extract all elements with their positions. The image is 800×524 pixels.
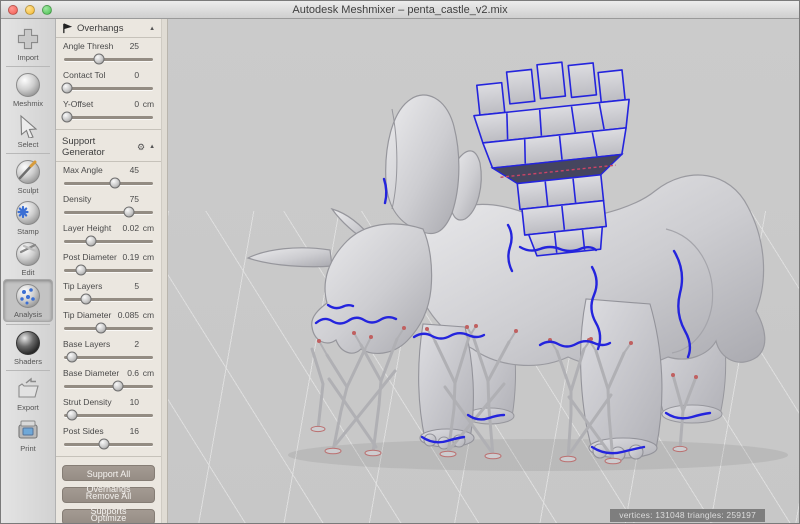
- tip-diameter-slider[interactable]: [63, 321, 154, 336]
- param-tip-diameter: Tip Diameter0.085cm: [56, 307, 161, 336]
- dark-sphere-icon: [15, 330, 41, 356]
- slider-handle[interactable]: [96, 323, 107, 334]
- divider: [6, 66, 50, 67]
- sphere-dots-icon: [15, 283, 41, 309]
- param-max-angle: Max Angle45: [56, 162, 161, 191]
- settings-gear-icon[interactable]: ⚙: [137, 143, 145, 152]
- slider-handle[interactable]: [112, 381, 123, 392]
- slider-handle[interactable]: [123, 207, 134, 218]
- sidebar-item-import[interactable]: Import: [3, 23, 53, 64]
- param-strut-density: Strut Density10: [56, 394, 161, 423]
- slider-handle[interactable]: [94, 54, 105, 65]
- param-layer-height: Layer Height0.02cm: [56, 220, 161, 249]
- status-bar: vertices: 131048 triangles: 259197: [610, 509, 765, 522]
- sphere-icon: [15, 72, 41, 98]
- optimize-orientation-button[interactable]: Optimize Orientation: [62, 509, 155, 524]
- slider-handle[interactable]: [61, 112, 72, 123]
- density-slider[interactable]: [63, 205, 154, 220]
- param-post-diameter: Post Diameter0.19cm: [56, 249, 161, 278]
- post-sides-slider[interactable]: [63, 437, 154, 452]
- sidebar-item-shaders[interactable]: Shaders: [3, 327, 53, 368]
- tip-layers-slider[interactable]: [63, 292, 154, 307]
- slider-handle[interactable]: [76, 265, 87, 276]
- remove-all-supports-button[interactable]: Remove All Supports: [62, 487, 155, 503]
- zoom-button[interactable]: [42, 5, 52, 15]
- sidebar-item-stamp[interactable]: Stamp: [3, 197, 53, 238]
- base-diameter-slider[interactable]: [63, 379, 154, 394]
- tool-sidebar: Import Meshmix Select Sculpt: [1, 19, 56, 524]
- max-angle-slider[interactable]: [63, 176, 154, 191]
- model-canvas[interactable]: [168, 19, 799, 524]
- angle-thresh-slider[interactable]: [63, 52, 154, 67]
- printer-icon: [15, 417, 41, 443]
- sidebar-item-analysis[interactable]: Analysis: [3, 279, 53, 322]
- sidebar-item-meshmix[interactable]: Meshmix: [3, 69, 53, 110]
- slider-handle[interactable]: [67, 352, 78, 363]
- meshmixer-window: Autodesk Meshmixer – penta_castle_v2.mix…: [0, 0, 800, 524]
- plus-icon: [15, 26, 41, 52]
- slider-handle[interactable]: [61, 83, 72, 94]
- minimize-button[interactable]: [25, 5, 35, 15]
- close-button[interactable]: [8, 5, 18, 15]
- slider-handle[interactable]: [98, 439, 109, 450]
- contact-tol-slider[interactable]: [63, 81, 154, 96]
- sidebar-item-sculpt[interactable]: Sculpt: [3, 156, 53, 197]
- param-y-offset: Y-Offset0cm: [56, 96, 161, 125]
- divider: [6, 324, 50, 325]
- param-base-layers: Base Layers2: [56, 336, 161, 365]
- window-title: Autodesk Meshmixer – penta_castle_v2.mix: [292, 4, 507, 16]
- slider-handle[interactable]: [109, 178, 120, 189]
- support-generator-header[interactable]: Support Generator ⚙ ▲: [56, 132, 161, 162]
- slider-handle[interactable]: [67, 410, 78, 421]
- section-title: Support Generator: [62, 136, 133, 158]
- layer-height-slider[interactable]: [63, 234, 154, 249]
- divider: [56, 452, 161, 457]
- sidebar-item-print[interactable]: Print: [3, 414, 53, 455]
- param-contact-tol: Contact Tol0: [56, 67, 161, 96]
- param-base-diameter: Base Diameter0.6cm: [56, 365, 161, 394]
- viewport-3d[interactable]: vertices: 131048 triangles: 259197: [168, 19, 799, 524]
- sidebar-item-export[interactable]: Export: [3, 373, 53, 414]
- divider: [6, 370, 50, 371]
- overhangs-flag-icon: [62, 23, 73, 34]
- strut-density-slider[interactable]: [63, 408, 154, 423]
- overhangs-header[interactable]: Overhangs ▲: [56, 19, 161, 38]
- param-angle-thresh: Angle Thresh25: [56, 38, 161, 67]
- sphere-pencil-icon: [15, 241, 41, 267]
- param-density: Density75: [56, 191, 161, 220]
- ground-shadow: [288, 439, 788, 471]
- support-all-overhangs-button[interactable]: Support All Overhangs: [62, 465, 155, 481]
- section-title: Overhangs: [77, 23, 145, 34]
- param-tip-layers: Tip Layers5: [56, 278, 161, 307]
- properties-panel: Overhangs ▲ Angle Thresh25 Contact Tol0 …: [56, 19, 168, 524]
- divider: [6, 153, 50, 154]
- title-bar: Autodesk Meshmixer – penta_castle_v2.mix: [1, 1, 799, 19]
- sphere-brush-icon: [15, 159, 41, 185]
- slider-handle[interactable]: [80, 294, 91, 305]
- divider: [56, 125, 161, 130]
- cursor-arrow-icon: [15, 113, 41, 139]
- sidebar-item-edit[interactable]: Edit: [3, 238, 53, 279]
- post-diameter-slider[interactable]: [63, 263, 154, 278]
- panel-scrollbar-gutter[interactable]: [161, 19, 167, 524]
- slider-handle[interactable]: [86, 236, 97, 247]
- param-post-sides: Post Sides16: [56, 423, 161, 452]
- collapse-icon[interactable]: ▲: [149, 144, 155, 150]
- base-layers-slider[interactable]: [63, 350, 154, 365]
- sidebar-item-label: Import: [17, 53, 38, 62]
- collapse-icon[interactable]: ▲: [149, 26, 155, 32]
- export-folder-icon: [15, 376, 41, 402]
- action-buttons: Support All Overhangs Remove All Support…: [56, 459, 161, 524]
- sphere-stamp-icon: [15, 200, 41, 226]
- sidebar-item-select[interactable]: Select: [3, 110, 53, 151]
- y-offset-slider[interactable]: [63, 110, 154, 125]
